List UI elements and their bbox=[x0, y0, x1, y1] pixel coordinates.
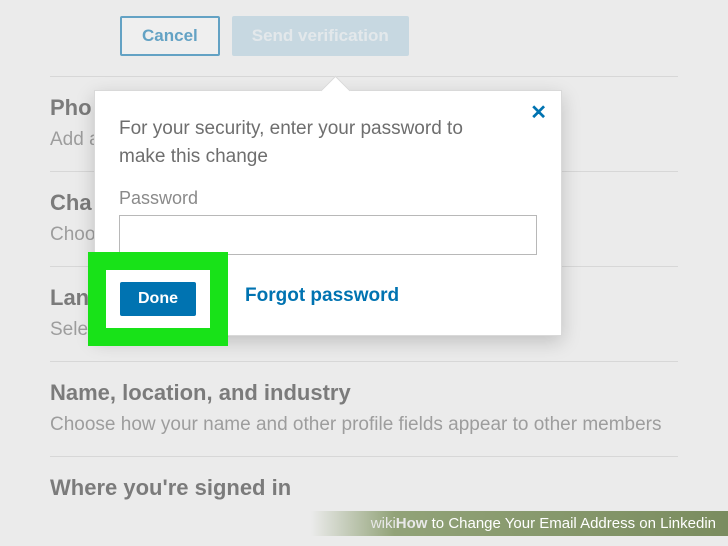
section-name-location-industry[interactable]: Name, location, and industry Choose how … bbox=[50, 361, 678, 456]
close-icon[interactable]: ✕ bbox=[530, 103, 547, 123]
password-label: Password bbox=[119, 188, 537, 209]
password-input[interactable] bbox=[119, 215, 537, 255]
caption-title: to Change Your Email Address on Linkedin bbox=[427, 515, 716, 532]
tutorial-highlight-inner: Done bbox=[106, 270, 210, 328]
wikihow-caption: wikiHow to Change Your Email Address on … bbox=[311, 511, 728, 536]
popover-message: For your security, enter your password t… bbox=[119, 115, 537, 170]
tutorial-highlight-box: Done bbox=[88, 252, 228, 346]
email-action-row: Cancel Send verification bbox=[50, 0, 678, 76]
section-heading: Where you're signed in bbox=[50, 475, 678, 501]
section-heading: Name, location, and industry bbox=[50, 380, 678, 406]
done-button-highlighted[interactable]: Done bbox=[120, 282, 196, 316]
wikihow-logo: wikiHow bbox=[371, 515, 428, 532]
section-desc: Choose how your name and other profile f… bbox=[50, 414, 678, 436]
cancel-button[interactable]: Cancel bbox=[120, 16, 220, 56]
send-verification-button[interactable]: Send verification bbox=[232, 16, 409, 56]
forgot-password-link[interactable]: Forgot password bbox=[245, 285, 399, 307]
